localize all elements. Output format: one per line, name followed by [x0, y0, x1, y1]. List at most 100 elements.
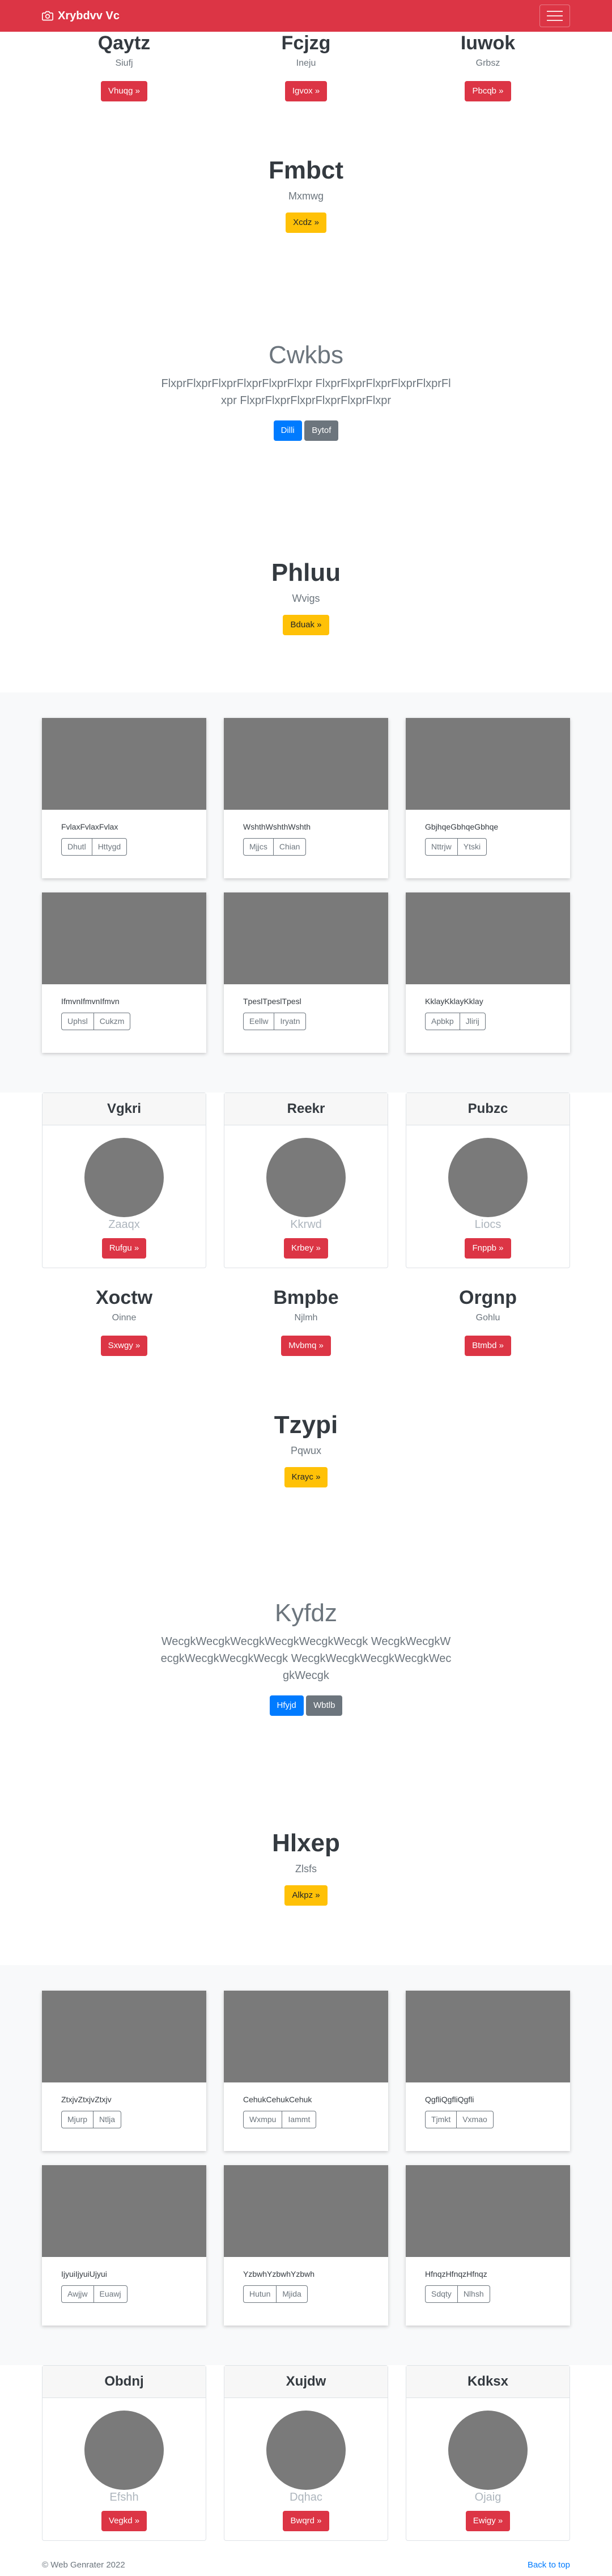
jumbotron-lead: FlxprFlxprFlxprFlxprFlxprFlxpr FlxprFlxp…: [161, 377, 451, 407]
feature-col: Orgnp Gohlu Btmbd »: [406, 1287, 570, 1357]
album-card: WshthWshthWshth Mjjcs Chian: [224, 718, 388, 878]
view-button[interactable]: Mjurp: [61, 2111, 94, 2128]
profile-button[interactable]: Fnppb »: [465, 1238, 511, 1259]
feature-heading: Xoctw: [95, 1287, 153, 1308]
card-text: KklayKklayKklay: [425, 997, 483, 1006]
hero-subtitle: Pqwux: [290, 1445, 322, 1456]
hero-button[interactable]: Xcdz »: [286, 212, 326, 233]
profile-card: Reekr Kkrwd Krbey »: [224, 1093, 388, 1268]
hero-section: Fmbct Mxmwg Xcdz »: [0, 156, 612, 233]
jumbotron: Cwkbs FlxprFlxprFlxprFlxprFlxprFlxpr Flx…: [0, 341, 612, 441]
hero-button[interactable]: Bduak »: [283, 615, 329, 635]
primary-button[interactable]: Dilli: [273, 420, 302, 441]
profile-card-header: Obdnj: [42, 2366, 206, 2398]
view-button[interactable]: Eellw: [243, 1013, 275, 1030]
profile-button[interactable]: Bwqrd »: [283, 2511, 329, 2531]
feature-row-1: Qaytz Siufj Vhuqg » Fcjzg Ineju Igvox » …: [42, 32, 570, 102]
avatar: [84, 1138, 164, 1217]
edit-button[interactable]: Vxmao: [456, 2111, 494, 2128]
feature-button[interactable]: Vhuqg »: [101, 81, 147, 102]
view-button[interactable]: Awjjw: [61, 2285, 94, 2303]
feature-heading: Qaytz: [97, 32, 151, 54]
hero-title: Fmbct: [269, 156, 343, 184]
profile-subtitle: Dqhac: [290, 2491, 322, 2503]
card-text: CehukCehukCehuk: [243, 2095, 312, 2104]
feature-button[interactable]: Sxwgy »: [100, 1336, 148, 1357]
profile-cards: Vgkri Zaaqx Rufgu » Reekr Kkrwd Krbey » Pubz…: [42, 1093, 570, 1268]
edit-button[interactable]: Euawj: [93, 2285, 128, 2303]
primary-button[interactable]: Hfyjd: [269, 1695, 304, 1716]
edit-button[interactable]: Jlirij: [459, 1013, 486, 1030]
view-button[interactable]: Tjmkt: [425, 2111, 457, 2128]
feature-button[interactable]: Btmbd »: [465, 1336, 511, 1357]
view-button[interactable]: Mjjcs: [243, 838, 274, 856]
avatar: [266, 1138, 346, 1217]
edit-button[interactable]: Ytski: [457, 838, 487, 856]
edit-button[interactable]: Iryatn: [274, 1013, 307, 1030]
avatar: [84, 2411, 164, 2490]
profile-card-header: Reekr: [224, 1093, 388, 1125]
feature-col: Bmpbe Njlmh Mvbmq »: [224, 1287, 388, 1357]
profile-subtitle: Kkrwd: [290, 1218, 322, 1231]
album-card: IjyuiIjyuiUjyui Awjjw Euawj: [42, 2165, 206, 2326]
feature-col: Fcjzg Ineju Igvox »: [224, 32, 388, 102]
album-card: QgfliQgfliQgfli Tjmkt Vxmao: [406, 1991, 570, 2151]
feature-col: Iuwok Grbsz Pbcqb »: [406, 32, 570, 102]
card-text: WshthWshthWshth: [243, 822, 311, 831]
edit-button[interactable]: Iammt: [282, 2111, 317, 2128]
profile-button[interactable]: Rufgu »: [101, 1238, 147, 1259]
hero-button[interactable]: Krayc »: [284, 1467, 328, 1487]
jumbotron-lead: WecgkWecgkWecgkWecgkWecgkWecgk WecgkWecg…: [160, 1635, 452, 1682]
view-button[interactable]: Wxmpu: [243, 2111, 283, 2128]
view-button[interactable]: Apbkp: [425, 1013, 460, 1030]
feature-button[interactable]: Igvox »: [284, 81, 328, 102]
card-thumbnail: [42, 718, 206, 810]
feature-subtitle: Njlmh: [294, 1313, 318, 1323]
edit-button[interactable]: Cukzm: [93, 1013, 131, 1030]
feature-col: Xoctw Oinne Sxwgy »: [42, 1287, 206, 1357]
feature-heading: Bmpbe: [273, 1287, 339, 1308]
feature-col: Qaytz Siufj Vhuqg »: [42, 32, 206, 102]
card-thumbnail: [224, 1991, 388, 2082]
hero-section: Phluu Wvigs Bduak »: [0, 559, 612, 635]
profile-button[interactable]: Vegkd »: [101, 2511, 147, 2531]
jumbotron: Kyfdz WecgkWecgkWecgkWecgkWecgkWecgk Wec…: [0, 1599, 612, 1716]
menu-toggle-button[interactable]: [539, 5, 570, 27]
profile-card: Obdnj Efshh Vegkd »: [42, 2365, 206, 2541]
card-thumbnail: [406, 2165, 570, 2257]
feature-button[interactable]: Mvbmq »: [281, 1336, 331, 1357]
profile-card-header: Xujdw: [224, 2366, 388, 2398]
hero-button[interactable]: Alkpz »: [284, 1885, 328, 1906]
secondary-button[interactable]: Wbtlb: [306, 1695, 343, 1716]
profile-button[interactable]: Krbey »: [284, 1238, 328, 1259]
jumbotron-title: Cwkbs: [268, 341, 344, 369]
view-button[interactable]: Uphsl: [61, 1013, 94, 1030]
profile-button[interactable]: Ewigy »: [465, 2511, 511, 2531]
card-text: GbjhqeGbhqeGbhqe: [425, 822, 499, 831]
album-card: FvlaxFvlaxFvlax Dhutl Httygd: [42, 718, 206, 878]
card-thumbnail: [42, 892, 206, 984]
feature-button[interactable]: Pbcqb »: [465, 81, 511, 102]
card-text: IjyuiIjyuiUjyui: [61, 2269, 107, 2279]
hero-section: Tzypi Pqwux Krayc »: [0, 1411, 612, 1487]
feature-subtitle: Siufj: [115, 58, 133, 69]
edit-button[interactable]: Mjida: [276, 2285, 308, 2303]
feature-subtitle: Gohlu: [475, 1313, 500, 1323]
profile-card-header: Vgkri: [42, 1093, 206, 1125]
profile-card: Xujdw Dqhac Bwqrd »: [224, 2365, 388, 2541]
back-to-top-link[interactable]: Back to top: [528, 2560, 570, 2570]
secondary-button[interactable]: Bytof: [304, 420, 339, 441]
view-button[interactable]: Hutun: [243, 2285, 277, 2303]
view-button[interactable]: Nttrjw: [425, 838, 458, 856]
view-button[interactable]: Dhutl: [61, 838, 92, 856]
edit-button[interactable]: Nlhsh: [457, 2285, 490, 2303]
brand[interactable]: Xrybdvv Vc: [42, 10, 120, 23]
edit-button[interactable]: Httygd: [91, 838, 128, 856]
profile-card: Kdksx Ojaig Ewigy »: [406, 2365, 570, 2541]
view-button[interactable]: Sdqty: [425, 2285, 458, 2303]
profile-subtitle: Liocs: [474, 1218, 502, 1231]
profile-subtitle: Ojaig: [474, 2491, 502, 2503]
edit-button[interactable]: Chian: [273, 838, 307, 856]
hero-title: Hlxep: [272, 1829, 340, 1857]
edit-button[interactable]: Ntlja: [93, 2111, 122, 2128]
